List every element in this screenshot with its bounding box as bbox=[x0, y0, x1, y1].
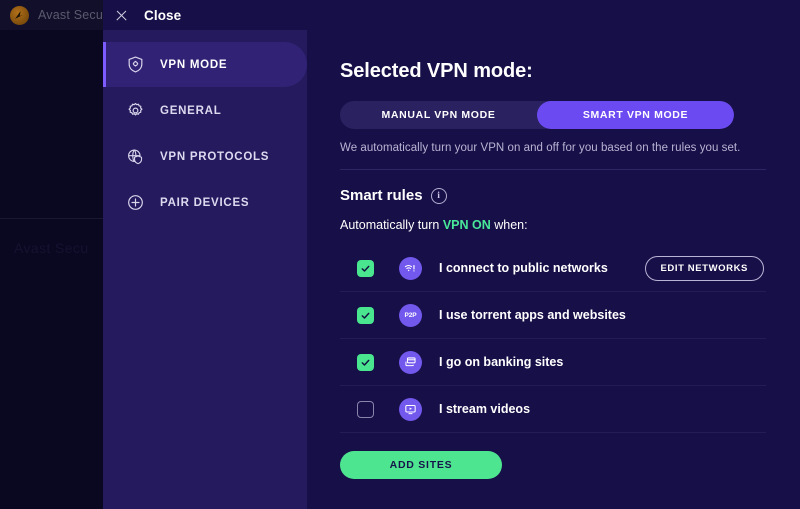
sidebar-item-label: VPN MODE bbox=[160, 58, 228, 71]
add-sites-button[interactable]: ADD SITES bbox=[340, 451, 502, 479]
settings-sidebar: VPN MODE GENERAL VPN PROTOCOLS PAIR DEVI… bbox=[103, 30, 307, 509]
p2p-icon-text: P2P bbox=[404, 311, 417, 319]
sidebar-item-pair-devices[interactable]: PAIR DEVICES bbox=[103, 180, 307, 225]
auto-prefix: Automatically turn bbox=[340, 218, 443, 232]
sidebar-item-vpn-mode[interactable]: VPN MODE bbox=[103, 42, 307, 87]
rule-checkbox-torrent[interactable] bbox=[357, 306, 374, 324]
plus-circle-icon bbox=[125, 193, 145, 213]
sidebar-item-label: VPN PROTOCOLS bbox=[160, 150, 270, 163]
info-icon[interactable]: i bbox=[430, 187, 447, 204]
globe-shield-icon bbox=[125, 147, 145, 167]
wifi-alert-icon bbox=[399, 256, 422, 280]
gear-icon bbox=[125, 101, 145, 121]
smart-vpn-mode-option[interactable]: SMART VPN MODE bbox=[537, 101, 734, 129]
smart-rules-title: Smart rules bbox=[340, 187, 423, 204]
rule-label: I go on banking sites bbox=[439, 355, 564, 369]
rule-checkbox-stream-videos[interactable] bbox=[357, 400, 374, 418]
smart-rules-list: I connect to public networks EDIT NETWOR… bbox=[340, 245, 766, 433]
shield-gear-icon bbox=[125, 55, 145, 75]
close-icon bbox=[115, 9, 128, 22]
manual-vpn-mode-option[interactable]: MANUAL VPN MODE bbox=[340, 101, 537, 129]
edit-networks-button[interactable]: EDIT NETWORKS bbox=[644, 255, 764, 281]
auto-suffix: when: bbox=[490, 218, 528, 232]
bank-cards-icon bbox=[399, 350, 422, 374]
settings-overlay: Close VPN MODE GENERAL VPN PROTOCOLS PAI… bbox=[103, 0, 800, 509]
rule-checkbox-public-networks[interactable] bbox=[357, 259, 374, 277]
rule-checkbox-banking[interactable] bbox=[357, 353, 374, 371]
auto-accent: VPN ON bbox=[442, 218, 491, 232]
p2p-icon: P2P bbox=[399, 303, 422, 327]
rule-row: I go on banking sites bbox=[340, 339, 766, 386]
video-monitor-icon bbox=[399, 397, 422, 421]
close-label: Close bbox=[144, 7, 182, 23]
rule-label: I connect to public networks bbox=[439, 261, 608, 275]
mode-description: We automatically turn your VPN on and of… bbox=[340, 142, 741, 154]
overlay-body: VPN MODE GENERAL VPN PROTOCOLS PAIR DEVI… bbox=[103, 30, 800, 509]
page-title: Selected VPN mode: bbox=[340, 60, 533, 82]
vpn-mode-toggle: MANUAL VPN MODE SMART VPN MODE bbox=[340, 101, 734, 129]
auto-turn-on-line: Automatically turn VPN ON when: bbox=[340, 218, 766, 232]
rule-row: I connect to public networks EDIT NETWOR… bbox=[340, 245, 766, 292]
section-divider bbox=[340, 169, 766, 170]
smart-rules-header: Smart rules i bbox=[340, 187, 766, 204]
sidebar-item-general[interactable]: GENERAL bbox=[103, 88, 307, 133]
sidebar-item-label: PAIR DEVICES bbox=[160, 196, 250, 209]
background-ghost-text: Avast Secu bbox=[14, 240, 89, 256]
screen: Avast Secu Avast Secu Close VPN MODE GEN… bbox=[0, 0, 800, 509]
sidebar-item-label: GENERAL bbox=[160, 104, 222, 117]
rule-label: I use torrent apps and websites bbox=[439, 308, 626, 322]
avast-logo-icon bbox=[10, 5, 29, 25]
rule-row: I stream videos bbox=[340, 386, 766, 433]
overlay-topbar: Close bbox=[103, 0, 800, 30]
rule-action: EDIT NETWORKS bbox=[644, 255, 764, 281]
background-app-title: Avast Secu bbox=[38, 8, 104, 22]
sidebar-item-vpn-protocols[interactable]: VPN PROTOCOLS bbox=[103, 134, 307, 179]
close-button[interactable]: Close bbox=[111, 6, 185, 25]
rule-label: I stream videos bbox=[439, 402, 531, 416]
settings-content: Selected VPN mode: MANUAL VPN MODE SMART… bbox=[307, 30, 800, 509]
rule-row: P2P I use torrent apps and websites bbox=[340, 292, 766, 339]
